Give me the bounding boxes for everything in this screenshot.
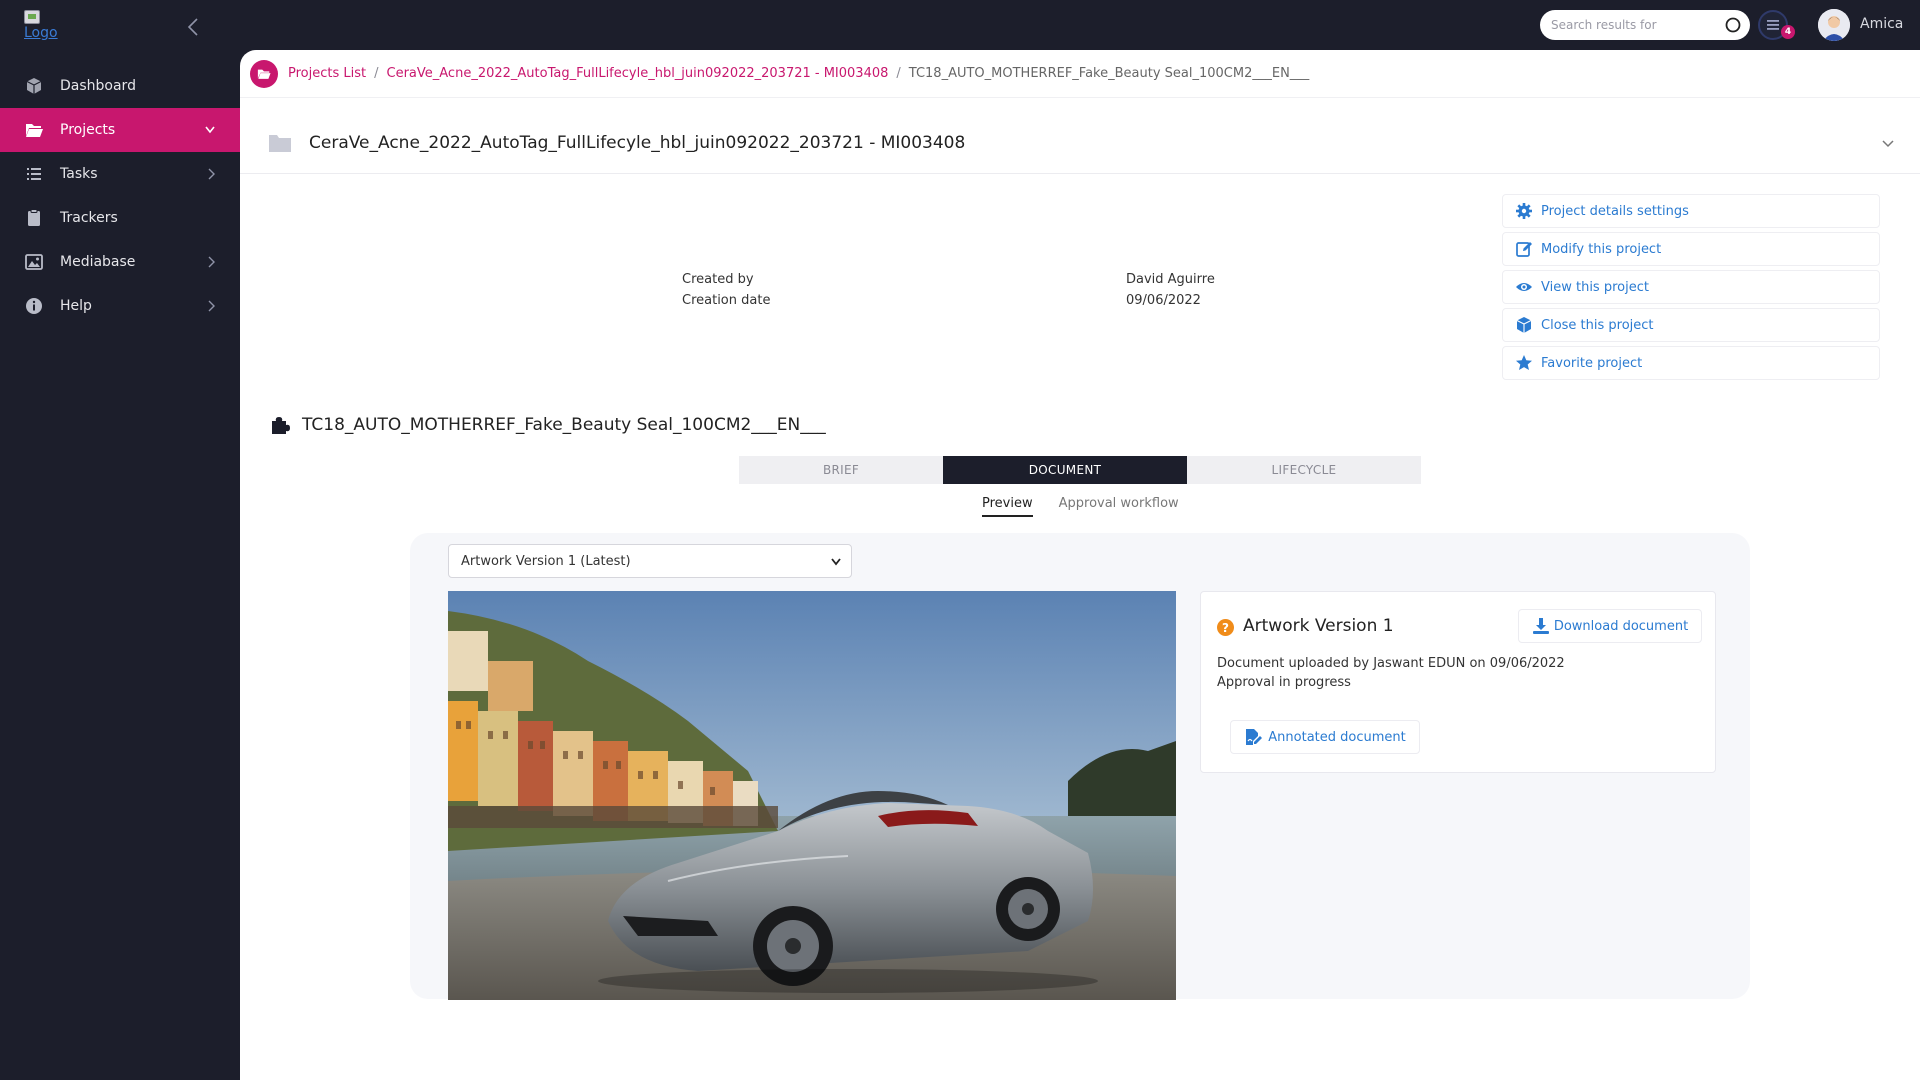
main-content: Projects List / CeraVe_Acne_2022_AutoTag… [240,50,1920,1080]
project-header[interactable]: CeraVe_Acne_2022_AutoTag_FullLifecyle_hb… [240,120,1920,174]
document-subtabs: Preview Approval workflow [982,496,1205,517]
created-by-label: Created by [682,272,754,287]
search-icon[interactable] [1724,16,1742,34]
view-project-button[interactable]: View this project [1502,270,1880,304]
broken-image-icon [24,10,40,24]
subtab-preview[interactable]: Preview [982,496,1033,517]
document-tabs: BRIEF DOCUMENT LIFECYCLE [739,456,1421,484]
cube-icon [24,76,44,96]
logo-alt-text: Logo [24,25,58,41]
artwork-preview-image[interactable] [448,591,1176,1000]
notifications-button[interactable]: 4 [1758,10,1795,40]
sidebar-item-label: Help [60,298,92,314]
breadcrumb-project[interactable]: CeraVe_Acne_2022_AutoTag_FullLifecyle_hb… [387,66,889,81]
breadcrumb-current: TC18_AUTO_MOTHERREF_Fake_Beauty Seal_100… [908,66,1310,81]
breadcrumb-separator: / [896,66,901,81]
download-label: Download document [1553,618,1689,634]
project-details-settings-button[interactable]: Project details settings [1502,194,1880,228]
sidebar-item-label: Projects [60,122,116,138]
artwork-version-select[interactable]: Artwork Version 1 (Latest) [448,544,852,578]
approval-status-text: Approval in progress [1217,675,1351,690]
image-icon [24,252,44,272]
sidebar-item-label: Mediabase [60,254,136,270]
action-label: Project details settings [1541,203,1689,219]
creation-date-label: Creation date [682,293,771,308]
project-meta-values: David Aguirre 09/06/2022 [1126,269,1215,311]
subtab-approval-workflow[interactable]: Approval workflow [1059,496,1179,517]
gear-icon [1515,202,1533,220]
clipboard-icon [24,208,44,228]
project-title: CeraVe_Acne_2022_AutoTag_FullLifecyle_hb… [309,133,966,153]
sidebar-nav: Dashboard Projects Tasks Trackers Mediab… [0,64,240,328]
upload-info-text: Document uploaded by Jaswant EDUN on 09/… [1217,656,1565,671]
tab-document[interactable]: DOCUMENT [943,456,1187,484]
username[interactable]: Amica [1860,16,1903,32]
breadcrumb-projects-list[interactable]: Projects List [288,66,366,81]
sidebar: Logo Dashboard Projects Tasks Trackers M… [0,0,240,1080]
eye-icon [1515,278,1533,296]
document-title-row: TC18_AUTO_MOTHERREF_Fake_Beauty Seal_100… [270,415,826,435]
download-icon [1532,617,1550,635]
chevron-right-icon [206,255,216,269]
sidebar-item-label: Trackers [60,210,118,226]
action-label: Close this project [1541,317,1654,333]
avatar[interactable] [1818,9,1850,41]
preview-panel: Artwork Version 1 (Latest) ? Artwork Ver… [410,533,1750,1000]
sidebar-item-mediabase[interactable]: Mediabase [0,240,240,284]
sidebar-item-dashboard[interactable]: Dashboard [0,64,240,108]
list-icon [24,164,44,184]
sidebar-item-trackers[interactable]: Trackers [0,196,240,240]
info-icon [24,296,44,316]
folder-icon [268,132,292,154]
sidebar-item-label: Dashboard [60,78,136,94]
chevron-down-icon[interactable] [1880,138,1896,150]
question-circle-icon: ? [1217,619,1234,636]
puzzle-icon [270,415,290,435]
sidebar-item-tasks[interactable]: Tasks [0,152,240,196]
action-label: Favorite project [1541,355,1643,371]
breadcrumb: Projects List / CeraVe_Acne_2022_AutoTag… [240,50,1920,98]
annotated-label: Annotated document [1268,729,1406,745]
chevron-down-icon [204,125,216,135]
notification-badge: 4 [1781,25,1795,39]
action-label: Modify this project [1541,241,1662,257]
breadcrumb-separator: / [374,66,379,81]
document-title: TC18_AUTO_MOTHERREF_Fake_Beauty Seal_100… [302,415,826,435]
close-project-button[interactable]: Close this project [1502,308,1880,342]
artwork-info-card: ? Artwork Version 1 Download document Do… [1200,591,1716,773]
file-signature-icon [1244,728,1263,746]
menu-list-icon [1767,20,1779,30]
favorite-project-button[interactable]: Favorite project [1502,346,1880,380]
annotated-document-button[interactable]: Annotated document [1230,720,1420,754]
search-box [1540,10,1750,40]
tab-lifecycle[interactable]: LIFECYCLE [1187,456,1421,484]
folder-open-icon[interactable] [250,59,278,88]
artwork-version-title: Artwork Version 1 [1243,616,1394,636]
sidebar-item-help[interactable]: Help [0,284,240,328]
modify-project-button[interactable]: Modify this project [1502,232,1880,266]
download-document-button[interactable]: Download document [1518,609,1702,643]
sidebar-item-label: Tasks [60,166,98,182]
search-input[interactable] [1551,18,1711,32]
box-icon [1515,316,1533,334]
project-actions: Project details settings Modify this pro… [1502,194,1880,384]
star-icon [1515,354,1533,372]
project-meta-labels: Created by Creation date [682,269,770,311]
top-bar: 4 Amica [240,0,1920,50]
sidebar-collapse-button[interactable] [184,16,204,38]
creation-date-value: 09/06/2022 [1126,293,1201,308]
folder-open-icon [24,120,44,140]
sidebar-item-projects[interactable]: Projects [0,108,240,152]
chevron-right-icon [206,299,216,313]
edit-icon [1515,240,1533,258]
tab-brief[interactable]: BRIEF [739,456,943,484]
action-label: View this project [1541,279,1649,295]
logo[interactable]: Logo [24,10,64,46]
created-by-value: David Aguirre [1126,272,1215,287]
chevron-right-icon [206,167,216,181]
